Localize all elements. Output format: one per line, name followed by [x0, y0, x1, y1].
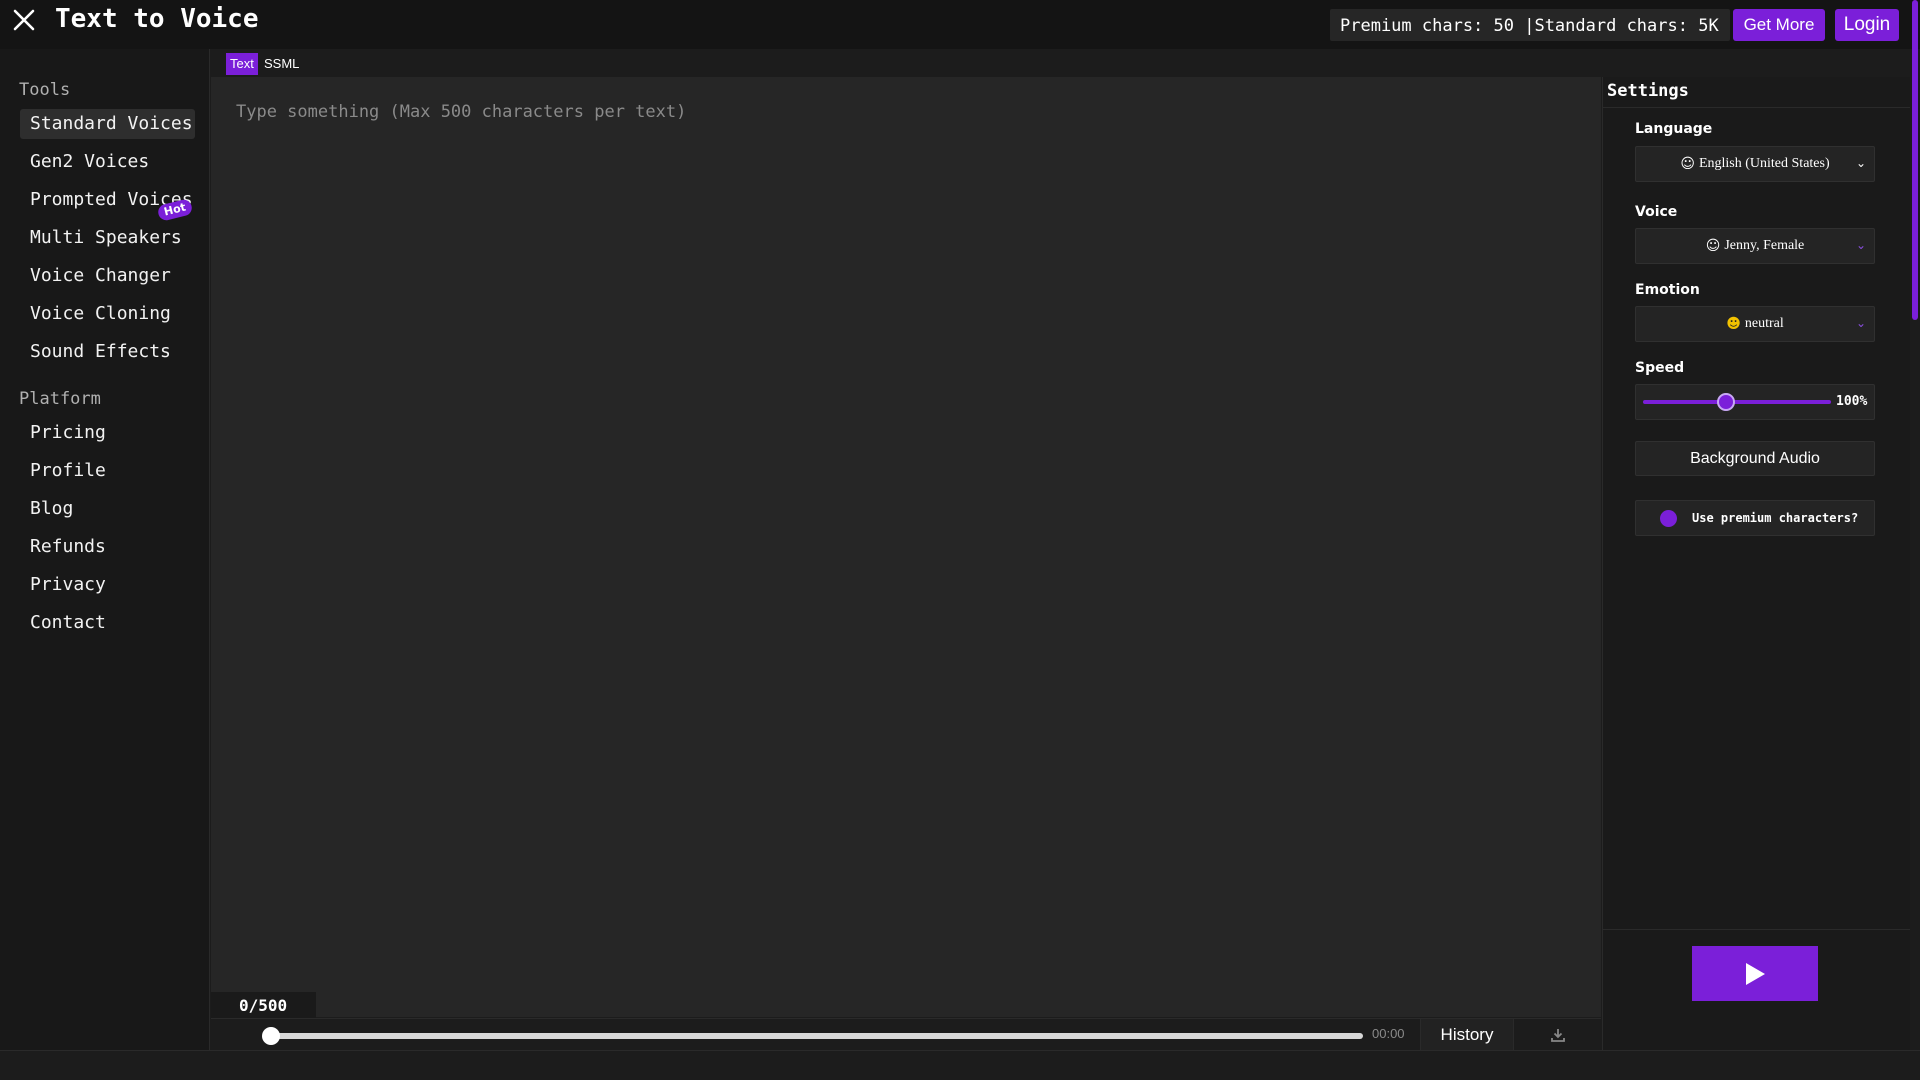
emotion-value: neutral	[1744, 316, 1784, 331]
history-button[interactable]: History	[1420, 1019, 1513, 1050]
audio-time: 00:00	[1372, 1026, 1405, 1041]
mode-tabs	[211, 49, 1601, 77]
sidebar-item-standard-voices[interactable]: Standard Voices	[20, 109, 195, 139]
premium-radio[interactable]	[1660, 510, 1677, 527]
sidebar-item-refunds[interactable]: Refunds	[20, 532, 195, 562]
text-editor-area	[211, 77, 1601, 1017]
sidebar-item-gen2-voices[interactable]: Gen2 Voices	[20, 147, 195, 177]
sidebar-item-pricing[interactable]: Pricing	[20, 418, 195, 448]
sidebar-item-profile[interactable]: Profile	[20, 456, 195, 486]
emotion-label: Emotion	[1635, 282, 1700, 298]
voice-select[interactable]: ☺ Jenny, Female ⌄	[1635, 228, 1875, 264]
speed-value: 100%	[1836, 394, 1868, 409]
neutral-face-icon: ☻	[1726, 316, 1741, 332]
speed-label: Speed	[1635, 360, 1685, 376]
voice-value: Jenny, Female	[1724, 238, 1805, 253]
chevron-down-icon: ⌄	[1855, 156, 1866, 170]
text-input[interactable]	[211, 77, 1601, 1017]
sidebar-item-contact[interactable]: Contact	[20, 608, 195, 638]
voice-label: Voice	[1635, 204, 1678, 220]
settings-title: Settings	[1607, 81, 1689, 101]
get-more-button[interactable]: Get More	[1733, 9, 1825, 41]
chevron-down-icon: ⌄	[1855, 316, 1866, 330]
background-audio-button[interactable]: Background Audio	[1635, 441, 1875, 476]
close-icon[interactable]	[10, 6, 38, 34]
smiley-icon: ☺	[1705, 238, 1721, 254]
sidebar-item-voice-changer[interactable]: Voice Changer	[20, 261, 195, 291]
char-counter: 0/500	[211, 992, 316, 1018]
emotion-select[interactable]: ☻ neutral ⌄	[1635, 306, 1875, 342]
play-icon	[1746, 962, 1765, 985]
settings-divider	[1602, 107, 1910, 108]
chevron-down-icon: ⌄	[1855, 238, 1866, 252]
tab-text[interactable]: Text	[226, 53, 258, 75]
smiley-icon: ☺	[1680, 156, 1695, 172]
premium-label: Use premium characters?	[1692, 511, 1859, 525]
language-label: Language	[1635, 121, 1713, 137]
settings-panel	[1602, 77, 1910, 1050]
footer-bar	[0, 1050, 1920, 1080]
sidebar-item-multi-speakers[interactable]: Multi Speakers	[20, 223, 195, 253]
app-title: Text to Voice	[55, 4, 259, 34]
login-button[interactable]: Login	[1835, 9, 1899, 41]
play-button[interactable]	[1692, 946, 1818, 1001]
sidebar-item-sound-effects[interactable]: Sound Effects	[20, 337, 195, 367]
page-scrollbar[interactable]	[1912, 0, 1918, 320]
chars-balance: Premium chars: 50 |Standard chars: 5K	[1330, 9, 1730, 41]
language-value: English (United States)	[1698, 156, 1830, 171]
speed-slider-knob[interactable]	[1717, 393, 1735, 411]
sidebar-item-privacy[interactable]: Privacy	[20, 570, 195, 600]
tab-ssml[interactable]: SSML	[260, 53, 303, 75]
speed-slider-track[interactable]	[1643, 400, 1831, 404]
tools-section-title: Tools	[19, 80, 71, 100]
language-select[interactable]: ☺ English (United States) ⌄	[1635, 146, 1875, 182]
sidebar-item-voice-cloning[interactable]: Voice Cloning	[20, 299, 195, 329]
sidebar-item-blog[interactable]: Blog	[20, 494, 195, 524]
download-icon[interactable]	[1513, 1019, 1601, 1050]
platform-section-title: Platform	[19, 389, 101, 409]
audio-progress-track[interactable]	[270, 1033, 1363, 1039]
audio-progress-knob[interactable]	[262, 1027, 280, 1045]
settings-bottom-divider	[1602, 929, 1910, 930]
top-bar: Text to Voice Premium chars: 50 |Standar…	[0, 0, 1920, 49]
